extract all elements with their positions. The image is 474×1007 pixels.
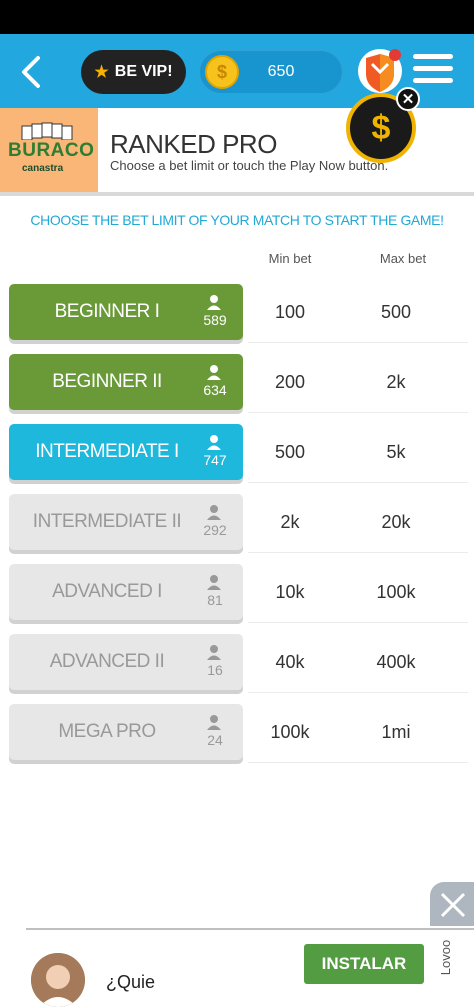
- bet-level-row: ADVANCED I 81 10k 100k: [0, 564, 474, 624]
- max-bet-value: 400k: [376, 652, 416, 672]
- page-title: RANKED PRO: [110, 129, 277, 159]
- row-divider: [248, 762, 468, 763]
- min-bet-value: 500: [274, 442, 306, 462]
- coin-value: 650: [267, 63, 295, 80]
- max-bet-value: 2k: [386, 372, 406, 392]
- player-icon: [207, 715, 221, 730]
- player-count: 24: [207, 732, 223, 748]
- level-button[interactable]: BEGINNER II 634: [9, 354, 243, 410]
- level-button[interactable]: ADVANCED I 81: [9, 564, 243, 620]
- bet-level-row: MEGA PRO 24 100k 1mi: [0, 704, 474, 764]
- min-bet-value: 2k: [280, 512, 300, 532]
- person-photo-icon: [31, 953, 85, 1007]
- player-icon: [207, 505, 221, 520]
- max-bet-header: Max bet: [379, 251, 427, 266]
- menu-icon-line: [413, 78, 453, 83]
- ad-close-button[interactable]: [430, 882, 474, 926]
- player-icon: [207, 295, 221, 310]
- level-name: BEGINNER II: [52, 371, 162, 392]
- chevron-left-icon: [22, 56, 40, 88]
- menu-icon-line: [413, 66, 453, 71]
- bet-level-row: INTERMEDIATE II 292 2k 20k: [0, 494, 474, 554]
- row-divider: [248, 412, 468, 413]
- install-button[interactable]: INSTALAR: [304, 944, 424, 984]
- ad-banner[interactable]: ¿Quie INSTALAR Lovoo: [26, 928, 474, 1007]
- min-bet-value: 100k: [270, 722, 310, 742]
- max-bet-value: 5k: [386, 442, 406, 462]
- player-icon: [207, 435, 221, 450]
- row-divider: [248, 552, 468, 553]
- menu-icon-line: [413, 54, 453, 59]
- player-icon: [207, 645, 221, 660]
- back-button[interactable]: [14, 52, 48, 92]
- level-button[interactable]: BEGINNER I 589: [9, 284, 243, 340]
- ad-avatar: [31, 953, 85, 1007]
- level-name: ADVANCED II: [49, 651, 165, 672]
- min-bet-value: 200: [274, 372, 306, 392]
- close-icon: [440, 892, 466, 918]
- ad-brand-label: Lovoo: [438, 939, 454, 976]
- coin-balance[interactable]: $ 650: [199, 50, 343, 94]
- player-count: 634: [203, 382, 227, 398]
- level-name: MEGA PRO: [58, 721, 156, 742]
- bet-level-row: BEGINNER II 634 200 2k: [0, 354, 474, 414]
- buraco-logo: BURACO canastra: [0, 108, 98, 192]
- player-icon: [207, 365, 221, 380]
- level-button[interactable]: MEGA PRO 24: [9, 704, 243, 760]
- player-count: 747: [203, 452, 227, 468]
- max-bet-value: 500: [380, 302, 412, 322]
- logo-brand: BURACO: [8, 140, 95, 161]
- level-name: INTERMEDIATE II: [32, 511, 182, 532]
- logo-sub: canastra: [22, 163, 64, 174]
- profile-avatar-button[interactable]: [357, 46, 403, 96]
- max-bet-value: 20k: [381, 512, 411, 532]
- level-button[interactable]: INTERMEDIATE I 747: [9, 424, 243, 480]
- instruction-text: CHOOSE THE BET LIMIT OF YOUR MATCH TO ST…: [30, 212, 444, 228]
- player-icon: [207, 575, 221, 590]
- level-button[interactable]: INTERMEDIATE II 292: [9, 494, 243, 550]
- ad-brand: Lovoo: [438, 928, 468, 1000]
- bet-level-row: BEGINNER I 589 100 500: [0, 284, 474, 344]
- min-bet-value: 100: [274, 302, 306, 322]
- level-button[interactable]: ADVANCED II 16: [9, 634, 243, 690]
- row-divider: [248, 692, 468, 693]
- bet-level-row: INTERMEDIATE I 747 500 5k: [0, 424, 474, 484]
- player-count: 81: [207, 592, 223, 608]
- vip-label: BE VIP!: [114, 63, 173, 80]
- max-bet-value: 100k: [376, 582, 416, 602]
- menu-button[interactable]: [413, 54, 453, 90]
- min-bet-value: 10k: [275, 582, 305, 602]
- page-subtitle: Choose a bet limit or touch the Play Now…: [110, 158, 389, 173]
- min-bet-value: 40k: [275, 652, 305, 672]
- cards-icon: [21, 122, 73, 140]
- be-vip-button[interactable]: ★ BE VIP!: [81, 50, 186, 94]
- ad-text: ¿Quie: [106, 972, 156, 992]
- row-divider: [248, 342, 468, 343]
- row-divider: [248, 622, 468, 623]
- bet-level-row: ADVANCED II 16 40k 400k: [0, 634, 474, 694]
- player-count: 16: [207, 662, 223, 678]
- player-count: 589: [203, 312, 227, 328]
- min-bet-header: Min bet: [268, 251, 312, 266]
- player-count: 292: [203, 522, 227, 538]
- star-icon: ★: [94, 64, 109, 81]
- level-name: INTERMEDIATE I: [35, 441, 179, 462]
- row-divider: [248, 482, 468, 483]
- status-bar: [0, 0, 474, 34]
- close-icon[interactable]: ✕: [396, 87, 420, 111]
- max-bet-value: 1mi: [381, 722, 411, 742]
- shield-avatar-icon: [358, 49, 402, 93]
- level-name: ADVANCED I: [52, 581, 162, 602]
- coin-icon: $: [205, 55, 239, 89]
- level-name: BEGINNER I: [54, 301, 160, 322]
